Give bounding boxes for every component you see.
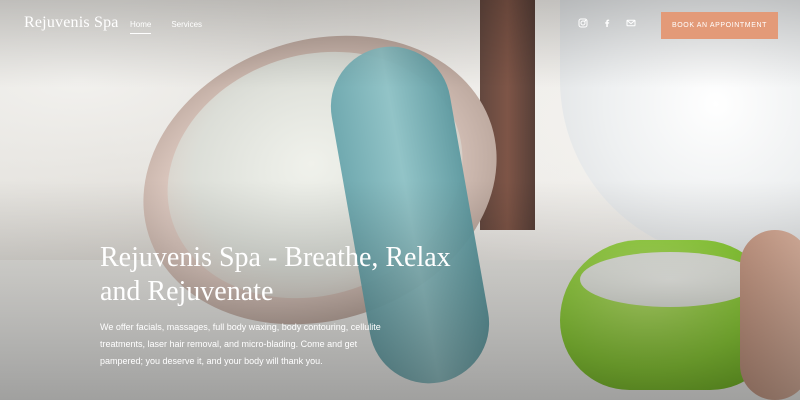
book-appointment-button[interactable]: BOOK AN APPOINTMENT (661, 12, 778, 39)
hero-description: We offer facials, massages, full body wa… (100, 322, 381, 366)
site-header: Rejuvenis Spa Home Services BOOK AN APPO… (0, 0, 800, 50)
social-links (578, 18, 636, 28)
instagram-icon[interactable] (578, 18, 588, 28)
main-nav: Home Services (130, 20, 202, 34)
hero-title: Rejuvenis Spa - Breathe, Relax and Rejuv… (100, 241, 451, 307)
nav-home[interactable]: Home (130, 20, 152, 34)
facebook-icon[interactable] (602, 18, 612, 28)
brand-logo[interactable]: Rejuvenis Spa (24, 14, 119, 32)
hero-section: Rejuvenis Spa Home Services BOOK AN APPO… (0, 0, 800, 400)
nav-services[interactable]: Services (171, 20, 202, 34)
email-icon[interactable] (626, 18, 636, 28)
